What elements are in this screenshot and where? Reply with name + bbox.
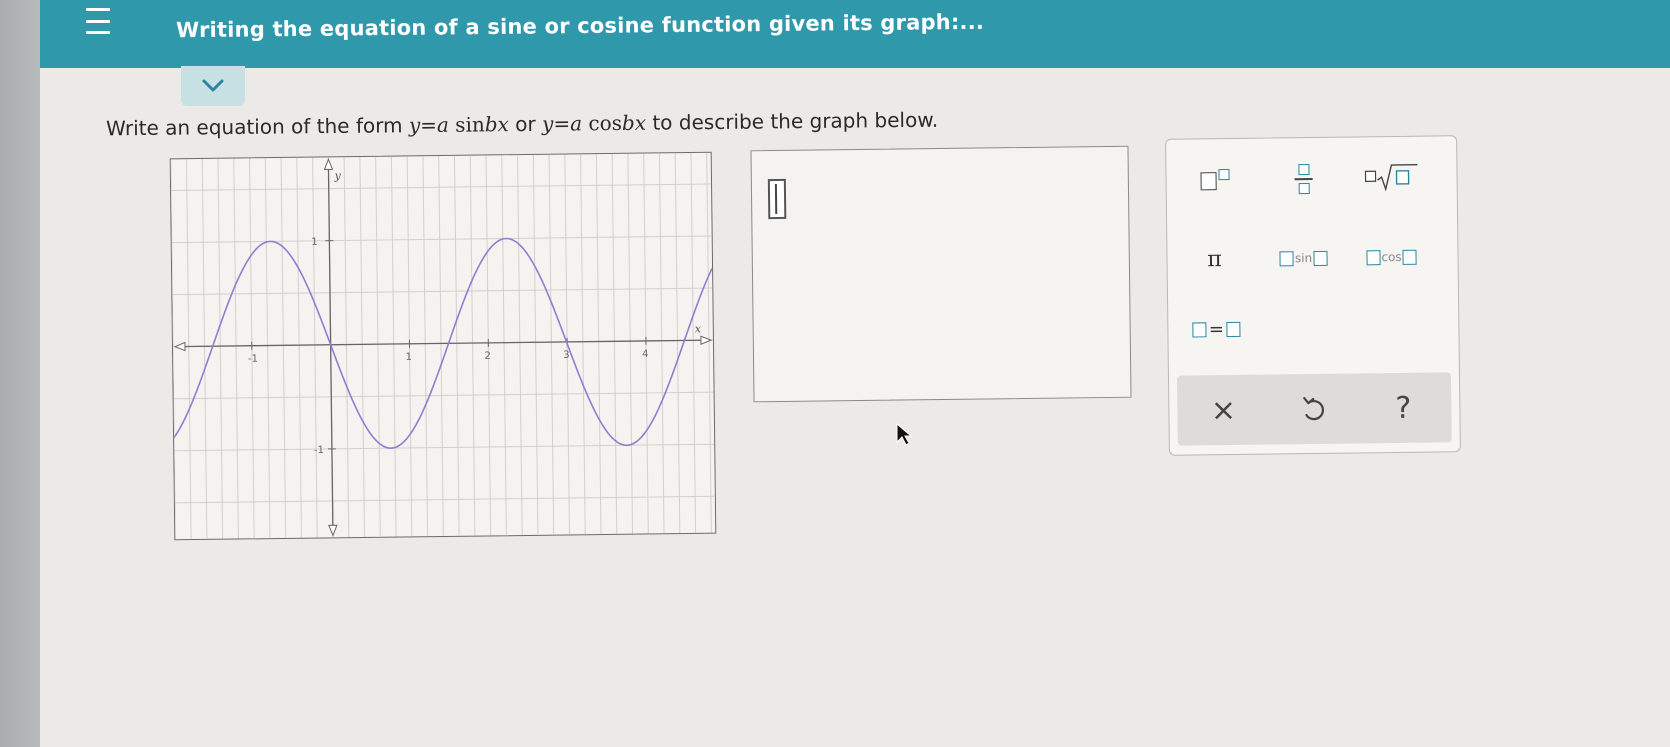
form2-y: y	[541, 111, 554, 136]
x-axis-label: x	[695, 322, 702, 335]
collapse-toggle-button[interactable]	[181, 66, 245, 106]
grid-line-vertical	[580, 154, 586, 535]
grid-line-vertical	[517, 155, 523, 536]
form2-a: a	[570, 111, 583, 136]
grid-line-vertical	[611, 153, 618, 534]
undo-button[interactable]	[1285, 386, 1342, 433]
cos-coefficient-box-icon	[1366, 249, 1381, 265]
grid-line-vertical	[359, 156, 366, 537]
equation-left-box-icon	[1192, 321, 1207, 337]
y-tick-label: 1	[311, 237, 318, 248]
grid-line-vertical	[532, 154, 539, 535]
nth-root-icon	[1364, 164, 1418, 192]
sin-label: sin	[1294, 251, 1313, 266]
close-icon: ×	[1210, 392, 1237, 428]
graph-plot: x y -1 1 2 3 4 1 -1	[170, 152, 715, 540]
cos-argument-box-icon	[1402, 249, 1417, 265]
sin-key[interactable]: sin	[1267, 240, 1339, 277]
grid-line-vertical	[296, 157, 302, 538]
grid-line-vertical	[595, 154, 602, 535]
help-icon: ?	[1395, 390, 1412, 426]
grid-line-vertical	[548, 154, 555, 535]
sin-coefficient-box-icon	[1279, 250, 1295, 266]
grid-line-vertical	[658, 153, 665, 534]
sin-argument-box-icon	[1313, 250, 1328, 266]
function-graph: x y -1 1 2 3 4 1 -1	[169, 151, 717, 541]
grid-line-vertical	[280, 157, 287, 538]
form1-bx: bx	[484, 112, 510, 137]
x-tick-label: 2	[484, 351, 491, 362]
chevron-down-icon	[202, 79, 224, 92]
grid-line-vertical	[390, 156, 397, 537]
x-axis-arrow-left	[173, 341, 186, 352]
grid-line-horizontal	[171, 183, 712, 192]
prompt-start: Write an equation of the form	[105, 113, 409, 141]
hamburger-menu-icon[interactable]	[86, 8, 110, 34]
x-tick-label: 4	[642, 349, 649, 360]
grid-line-vertical	[501, 155, 507, 536]
pi-key[interactable]: π	[1189, 241, 1239, 278]
equals-label: =	[1208, 318, 1225, 340]
fraction-bar-icon	[1294, 178, 1313, 180]
answer-input-box[interactable]	[750, 145, 1132, 403]
y-tick-label: -1	[314, 445, 324, 456]
grid-line-vertical	[453, 155, 460, 536]
cos-key[interactable]: cos	[1355, 239, 1427, 276]
answer-cursor[interactable]	[767, 178, 787, 220]
grid-line-vertical	[627, 153, 634, 534]
fraction-key[interactable]	[1278, 154, 1329, 205]
y-axis-label: y	[333, 169, 341, 182]
grid-line-horizontal	[174, 443, 715, 452]
nth-root-key[interactable]	[1356, 155, 1427, 200]
grid-line-vertical	[343, 157, 350, 538]
form1-a: a	[436, 112, 450, 137]
equation-right-box-icon	[1225, 321, 1241, 337]
grid-line-vertical	[690, 152, 697, 533]
fraction-numerator-box-icon	[1297, 164, 1310, 176]
grid-line-horizontal	[172, 287, 713, 296]
grid-line-vertical	[217, 158, 224, 539]
clear-button[interactable]: ×	[1195, 387, 1252, 434]
form2-equals: =	[553, 111, 571, 136]
grid-line-vertical	[201, 158, 208, 539]
prompt-end: to describe the graph below.	[645, 107, 939, 135]
x-tick-label: 1	[406, 352, 413, 363]
exponent-key[interactable]	[1184, 161, 1244, 202]
help-button[interactable]: ?	[1375, 385, 1432, 432]
exponent-base-box-icon	[1199, 172, 1217, 191]
undo-icon	[1303, 397, 1324, 421]
grid-line-vertical	[233, 158, 239, 539]
form1-y: y	[408, 113, 421, 138]
grid-line-horizontal	[174, 495, 715, 504]
keypad-action-row: × ?	[1176, 372, 1452, 446]
grid-line-vertical	[674, 153, 681, 534]
form1-equals: =	[420, 112, 438, 138]
grid-line-horizontal	[173, 391, 714, 400]
prompt-or: or	[508, 111, 543, 137]
grid-line-vertical	[422, 156, 429, 537]
pi-label: π	[1207, 246, 1222, 272]
mouse-pointer-icon	[896, 422, 913, 446]
math-keypad: π sin cos = × ?	[1165, 135, 1461, 456]
form2-cos: cos	[588, 110, 623, 136]
exponent-power-box-icon	[1217, 168, 1230, 180]
grid-line-horizontal	[171, 235, 712, 244]
x-axis	[176, 339, 709, 348]
grid-line-vertical	[312, 157, 318, 538]
grid-line-vertical	[469, 155, 476, 536]
form2-bx: bx	[621, 110, 647, 135]
grid-line-vertical	[185, 159, 192, 540]
y-axis-arrow-down	[328, 524, 338, 537]
x-tick-label: 3	[563, 350, 570, 361]
equation-key[interactable]: =	[1182, 311, 1250, 348]
cos-label: cos	[1381, 249, 1402, 265]
x-tick-label: -1	[248, 354, 258, 365]
grid-line-vertical	[264, 158, 271, 539]
form1-sin: sin	[455, 112, 485, 137]
grid-line-vertical	[375, 156, 381, 537]
y-axis-arrow-up	[323, 158, 334, 170]
grid-line-vertical	[438, 156, 444, 537]
grid-line-vertical	[706, 152, 712, 533]
fraction-denominator-box-icon	[1298, 182, 1310, 194]
